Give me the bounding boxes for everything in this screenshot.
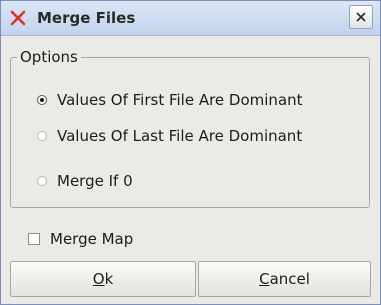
radio-merge-if-zero[interactable]: Merge If 0 <box>37 169 133 193</box>
radio-button-selected[interactable] <box>37 95 47 105</box>
radio-first-file-dominant[interactable]: Values Of First File Are Dominant <box>37 88 303 112</box>
radio-button[interactable] <box>37 176 47 186</box>
options-legend: Options <box>20 48 78 66</box>
window-title: Merge Files <box>37 9 136 27</box>
merge-map-label: Merge Map <box>50 230 134 248</box>
cancel-button[interactable]: Cancel <box>198 261 371 297</box>
cancel-label-rest: ancel <box>269 270 310 288</box>
close-button[interactable] <box>349 5 373 29</box>
close-icon <box>356 12 366 22</box>
merge-files-dialog: Merge Files Options Values Of First File… <box>0 0 381 305</box>
app-x-icon <box>10 10 26 26</box>
merge-map-checkbox-row[interactable]: Merge Map <box>28 227 133 251</box>
radio-label: Values Of Last File Are Dominant <box>57 127 303 145</box>
merge-map-checkbox[interactable] <box>28 233 40 245</box>
ok-mnemonic: O <box>92 270 105 288</box>
radio-last-file-dominant[interactable]: Values Of Last File Are Dominant <box>37 124 302 148</box>
cancel-mnemonic: C <box>259 270 270 288</box>
ok-label-rest: k <box>104 270 114 288</box>
radio-button[interactable] <box>37 131 47 141</box>
radio-label: Merge If 0 <box>57 172 133 190</box>
radio-label: Values Of First File Are Dominant <box>57 91 303 109</box>
title-bar[interactable]: Merge Files <box>1 1 380 36</box>
ok-button[interactable]: Ok <box>10 261 196 297</box>
